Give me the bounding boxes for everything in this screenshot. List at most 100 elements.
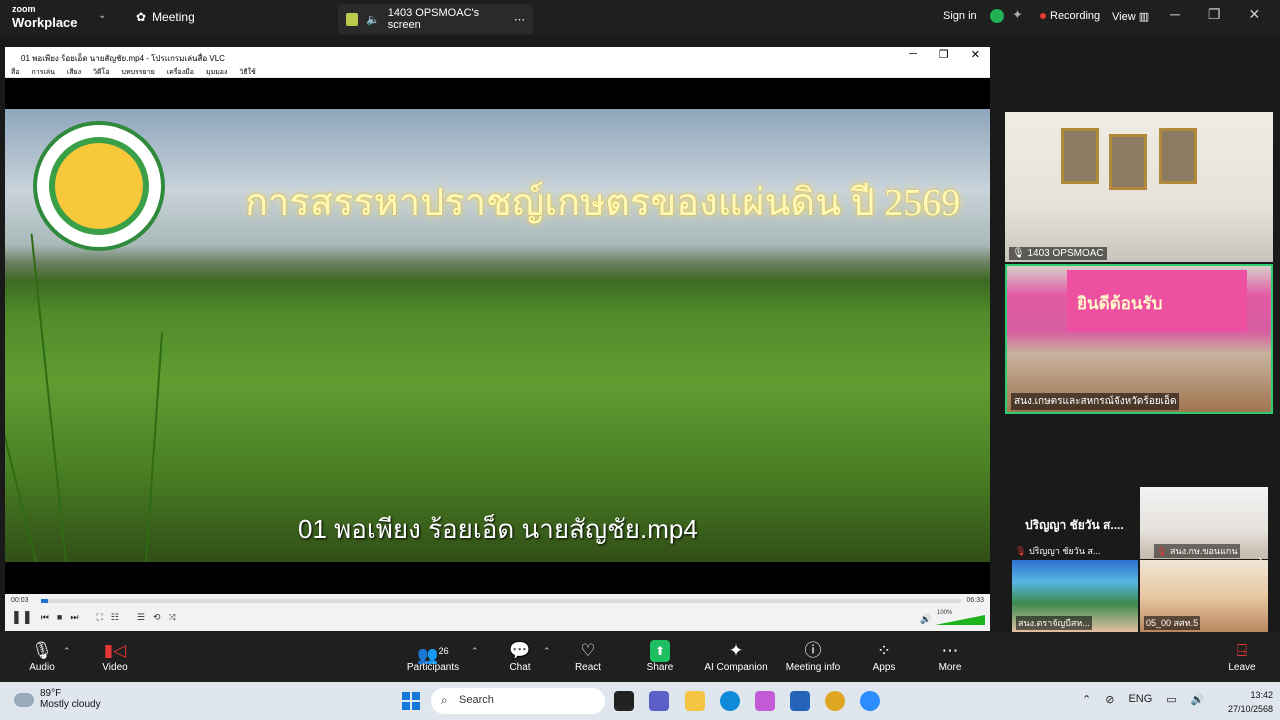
vlc-menu-subtitle[interactable]: บทบรรยาย [122, 67, 155, 77]
vlc-close-icon[interactable]: ✕ [971, 48, 980, 61]
participants-options-chevron-icon[interactable]: ⌃ [471, 646, 479, 657]
seek-bar[interactable] [41, 599, 961, 603]
meeting-info-button[interactable]: ⓘ Meeting info [782, 640, 844, 673]
time-current: 00:03 [11, 597, 29, 604]
clock[interactable]: 13:42 27/10/2568 [1228, 688, 1273, 716]
participant-tile-roiet[interactable]: ยินดีต้อนรับ สนง.เกษตรและสหกรณ์จังหวัดร้… [1005, 264, 1273, 414]
previous-icon[interactable]: ⏮ [41, 612, 49, 625]
task-view-icon[interactable] [614, 691, 634, 711]
shuffle-icon[interactable]: ⤨ [168, 612, 175, 625]
recording-dot-icon [1040, 13, 1046, 19]
windows-start-icon[interactable] [402, 692, 420, 710]
sign-in-button[interactable]: Sign in [943, 10, 977, 22]
chat-options-chevron-icon[interactable]: ⌃ [543, 646, 551, 657]
ai-companion-button[interactable]: ✦ AI Companion [702, 640, 770, 673]
audio-options-chevron-icon[interactable]: ⌃ [63, 646, 71, 657]
participant-tile-opsmoac[interactable]: 🎙 1403 OPSMOAC [1005, 112, 1273, 262]
more-icon: ⋯ [941, 641, 959, 660]
volume-icon[interactable]: 🔊 [1191, 693, 1205, 706]
apps-icon: ⁘ [876, 641, 892, 660]
video-frame[interactable]: การสรรหาปราชญ์เกษตรของแผ่นดิน ปี 2569 01… [5, 109, 990, 562]
participants-button[interactable]: 👥26 Participants [403, 640, 463, 673]
window-controls: ─ ❐ ✕ [1170, 6, 1260, 23]
cloud-icon [14, 693, 34, 707]
ai-companion-label: AI Companion [704, 662, 768, 673]
leave-button[interactable]: ⍈ Leave [1222, 640, 1262, 673]
react-button[interactable]: ♡ React [568, 640, 608, 673]
more-button[interactable]: ⋯ More [930, 640, 970, 673]
vlc-button-row: ❚❚ ⏮ ■ ⏭ ⛶ ☷ ☰ ⟲ ⤨ [11, 609, 176, 625]
vlc-menu-tools[interactable]: เครื่องมือ [167, 67, 194, 77]
file-explorer-icon[interactable] [685, 691, 705, 711]
vlc-restore-icon[interactable]: ❐ [939, 48, 949, 61]
participant-mini-tile-oae5[interactable]: 05_00 สศท.5 [1140, 560, 1268, 632]
vlc-menu-view[interactable]: มุมมอง [206, 67, 227, 77]
fullscreen-icon[interactable]: ⛶ [96, 612, 102, 625]
sparkle-icon[interactable]: ✦ [1012, 7, 1023, 23]
meeting-paw-icon: ✿ [136, 10, 147, 24]
volume-slider[interactable] [935, 615, 985, 625]
chat-button[interactable]: 💬 Chat [500, 640, 540, 673]
teams-icon[interactable] [649, 691, 669, 711]
edge-icon[interactable] [720, 691, 740, 711]
copilot-icon[interactable] [755, 691, 775, 711]
grass-blade [30, 233, 67, 562]
vlc-menu-video[interactable]: วิดีโอ [93, 67, 109, 77]
audio-button[interactable]: 🎙 Audio [22, 640, 62, 673]
info-icon: ⓘ [804, 641, 822, 660]
view-layout-icon: ▥ [1138, 11, 1150, 23]
network-icon[interactable]: ▭ [1166, 693, 1176, 706]
chevron-down-icon[interactable]: ⌄ [98, 10, 106, 21]
vlc-menu-help[interactable]: วิธีใช้ [239, 67, 255, 77]
language-indicator[interactable]: ENG [1128, 693, 1152, 706]
apps-button[interactable]: ⁘ Apps [864, 640, 904, 673]
meeting-tab[interactable]: ✿ Meeting [136, 10, 195, 24]
more-options-icon[interactable]: ⋯ [514, 13, 525, 26]
video-overlay-title: การสรรหาปราชญ์เกษตรของแผ่นดิน ปี 2569 [245, 182, 961, 224]
participant-mini-label: 🎙 ปริญญา ชัยวัน ส... [1015, 544, 1100, 558]
video-subtitle: 01 พอเพียง ร้อยเอ็ด นายสัญชัย.mp4 [298, 514, 698, 544]
zoom-workplace-logo[interactable]: zoom Workplace [12, 5, 78, 30]
weather-widget[interactable]: 89°F Mostly cloudy [14, 688, 101, 710]
pause-icon[interactable]: ❚❚ [11, 609, 33, 625]
portrait-frame [1109, 134, 1147, 190]
participant-strip-name: ปริญญา ชัยวัน ส.... [1025, 518, 1124, 532]
zoom-taskbar-icon[interactable] [860, 691, 880, 711]
participant-mini-label: 🎙 สนง.กษ.ขอนแกน [1154, 544, 1240, 558]
chrome-icon[interactable] [825, 691, 845, 711]
chevron-up-icon[interactable]: ⌃ [1082, 693, 1091, 706]
extended-settings-icon[interactable]: ☷ [111, 612, 119, 625]
next-icon[interactable]: ⏭ [70, 612, 78, 625]
stop-icon[interactable]: ■ [57, 612, 62, 625]
search-placeholder: Search [459, 694, 494, 706]
loop-icon[interactable]: ⟲ [153, 612, 161, 625]
heart-icon: ♡ [580, 641, 596, 660]
volume-speaker-icon[interactable]: 🔊 [920, 614, 931, 625]
video-button[interactable]: ▮◁ Video [95, 640, 135, 673]
vlc-menu-playback[interactable]: การเล่น [31, 67, 54, 77]
shared-screen-tab[interactable]: 🔈 1403 OPSMOAC's screen ⋯ [338, 4, 533, 34]
mic-icon: 🎙 [1012, 248, 1025, 259]
vlc-minimize-icon[interactable]: ─ [909, 48, 917, 61]
playlist-icon[interactable]: ☰ [137, 612, 145, 625]
chat-label: Chat [509, 662, 531, 673]
taskbar-search[interactable]: ⌕ Search [431, 688, 605, 714]
view-button[interactable]: View ▥ [1112, 10, 1149, 23]
speaker-icon: 🔈 [366, 13, 380, 26]
vlc-menu-media[interactable]: สื่อ [11, 67, 19, 77]
video-label: Video [102, 662, 128, 673]
vlc-title-bar: 01 พอเพียง ร้อยเอ็ด นายสัญชัย.mp4 - โปรแ… [5, 47, 990, 64]
network-off-icon[interactable]: ⊘ [1105, 693, 1114, 706]
share-button[interactable]: ⬆ Share [640, 640, 680, 673]
close-icon[interactable]: ✕ [1248, 6, 1260, 23]
store-icon[interactable] [790, 691, 810, 711]
brand-workplace-text: Workplace [12, 15, 78, 30]
participant-mini-tile-trat[interactable]: สนง.ตราจัญบีสห... [1012, 560, 1138, 632]
minimize-icon[interactable]: ─ [1170, 6, 1180, 23]
recording-indicator[interactable]: Recording [1040, 10, 1100, 22]
restore-icon[interactable]: ❐ [1208, 6, 1221, 23]
vlc-menu-audio[interactable]: เสียง [67, 67, 81, 77]
more-label: More [938, 662, 962, 673]
shield-check-icon[interactable] [990, 9, 1004, 23]
leave-icon: ⍈ [1236, 641, 1248, 660]
